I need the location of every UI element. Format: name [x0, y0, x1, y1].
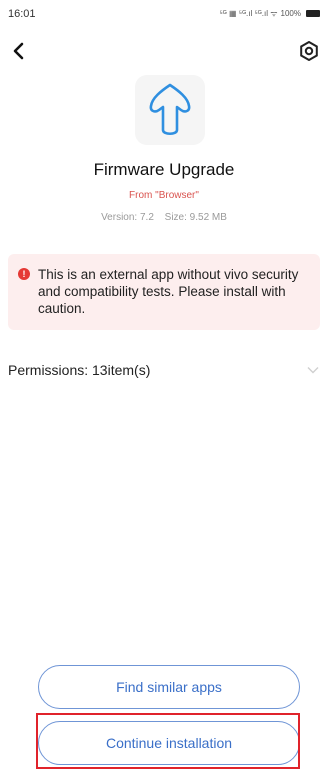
signal-icons: ⁵ᴳ ▦ ⁵ᴳ.ıl ⁵ᴳ.ıl ᯤ [219, 9, 278, 18]
app-size: Size: 9.52 MB [164, 212, 227, 223]
app-icon [135, 75, 205, 145]
chevron-down-icon [306, 363, 320, 377]
status-time: 16:01 [8, 8, 36, 20]
warning-banner: ! This is an external app without vivo s… [8, 254, 320, 330]
app-version: Version: 7.2 [101, 212, 154, 223]
battery-percent: 100% [280, 9, 301, 18]
warning-text: This is an external app without vivo sec… [38, 267, 299, 316]
chevron-left-icon [13, 42, 24, 60]
gear-icon [300, 41, 318, 61]
status-icons: ⁵ᴳ ▦ ⁵ᴳ.ıl ⁵ᴳ.ıl ᯤ 100% [219, 8, 320, 19]
alert-icon: ! [18, 268, 30, 280]
battery-icon [306, 10, 320, 17]
app-name: Firmware Upgrade [93, 160, 235, 179]
back-button[interactable] [6, 38, 32, 64]
find-similar-apps-button[interactable]: Find similar apps [38, 665, 300, 709]
permissions-row[interactable]: Permissions: 13item(s) [0, 358, 328, 382]
app-meta: Version: 7.2 Size: 9.52 MB [0, 212, 328, 223]
status-bar: 16:01 ⁵ᴳ ▦ ⁵ᴳ.ıl ⁵ᴳ.ıl ᯤ 100% [0, 0, 328, 28]
permissions-label: Permissions: 13item(s) [8, 362, 151, 378]
continue-installation-button[interactable]: Continue installation [38, 721, 300, 765]
up-arrow-icon [149, 83, 191, 136]
settings-button[interactable] [296, 38, 322, 64]
app-source: From "Browser" [129, 190, 199, 201]
